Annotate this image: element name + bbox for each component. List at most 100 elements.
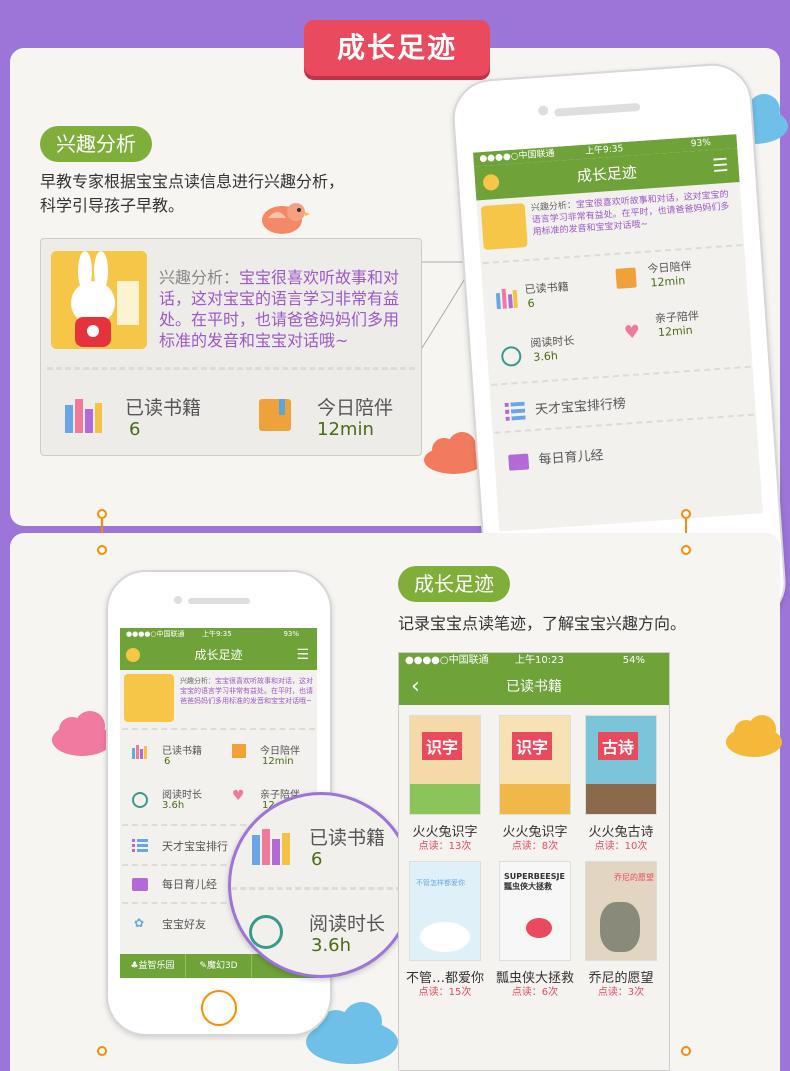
binder-ring-right-2 <box>681 545 691 555</box>
analysis-text-1: 宝宝很喜欢听故事和对 <box>239 268 400 287</box>
analysis-text-3: 处。在平时，也请爸爸妈妈们多用 <box>159 310 400 329</box>
phone2-bookshelf-icon <box>132 744 148 759</box>
phone1-parent-label: 亲子陪伴 <box>654 309 700 326</box>
phone2-ranking-item[interactable]: 天才宝宝排行 <box>162 838 228 854</box>
analysis-text-4: 标准的发音和宝宝对话哦~ <box>159 331 349 350</box>
phone2-books-label: 已读书籍 <box>162 746 202 757</box>
phone2-bunny-thumb <box>124 674 174 722</box>
phone2-read-label: 阅读时长 <box>162 790 202 801</box>
books-screen: ●●●●○中国联通 上午10:23 54% ‹ 已读书籍 识字 识字 古诗 火火… <box>398 652 670 1071</box>
magnifier-zoom: 已读书籍 6 阅读时长 3.6h <box>228 792 414 978</box>
phone1-bookshelf-icon <box>495 288 518 310</box>
book-cover-6[interactable]: 乔尼的愿望 <box>585 861 657 961</box>
phone1-analysis-label: 兴趣分析： <box>530 200 577 214</box>
book-count-2: 点读：8次 <box>511 841 559 852</box>
phone2-book-icon <box>232 744 246 758</box>
phone2-today-label: 今日陪伴 <box>260 746 300 757</box>
phone2-nav-title: 成长足迹 <box>194 648 243 662</box>
bird-decoration-icon <box>258 198 310 236</box>
nav-title: 成长足迹 <box>576 163 638 186</box>
yellow-cloud-decoration-icon <box>724 712 784 760</box>
magnifier-books-value: 6 <box>311 849 323 870</box>
binder-ring-left-2 <box>97 545 107 555</box>
book-icon <box>257 397 295 433</box>
screen3-status-bar: ●●●●○中国联通 上午10:23 54% <box>399 653 669 669</box>
magnifier-read-label: 阅读时长 <box>309 913 386 935</box>
section1-desc-line1: 早教专家根据宝宝点读信息进行兴趣分析， <box>40 172 345 191</box>
phone2-daily-item[interactable]: 每日育儿经 <box>162 876 217 892</box>
phone2-hearts-icon: ♥ <box>232 788 245 804</box>
phone1-today-value: 12min <box>650 274 686 290</box>
phone2-menu-icon[interactable]: ☰ <box>296 640 309 670</box>
pink-cloud-decoration-icon <box>48 708 114 758</box>
battery-text: 93% <box>690 137 712 150</box>
phone2-friends-item[interactable]: 宝宝好友 <box>162 916 206 932</box>
phone2-analysis-label: 兴趣分析： <box>180 677 215 685</box>
interest-analysis-pill: 兴趣分析 <box>40 126 152 162</box>
book-count-3: 点读：10次 <box>594 841 648 852</box>
binder-ring-left <box>97 509 107 519</box>
section2-desc: 记录宝宝点读笔迹，了解宝宝兴趣方向。 <box>398 614 687 633</box>
phone1-bunny-thumb <box>480 203 528 251</box>
back-arrow-icon[interactable]: ‹ <box>411 669 420 705</box>
book-cover-4[interactable]: 不管怎样都爱你 <box>409 861 481 961</box>
binder-ring-left-3 <box>97 1046 107 1056</box>
book-count-4: 点读：15次 <box>418 987 472 998</box>
phone1-books-value: 6 <box>527 296 536 311</box>
screen3-carrier-text: ●●●●○中国联通 <box>405 655 489 666</box>
phone1-analysis-text: 宝宝很喜欢听故事和对话，这对宝宝的语言学习非常有益处。在平时，也请爸爸妈妈们多用… <box>531 189 730 238</box>
analysis-text-2: 话，这对宝宝的语言学习非常有益 <box>159 289 400 308</box>
phone1-read-label: 阅读时长 <box>529 333 575 351</box>
book-cover-3[interactable]: 古诗 <box>585 715 657 815</box>
phone2-today-value: 12min <box>262 756 294 767</box>
phone2-status-bar: ●●●●○中国联通 上午9:35 93% <box>120 628 317 640</box>
screen3-clock-text: 上午10:23 <box>515 655 564 666</box>
screen3-nav-bar: ‹ 已读书籍 <box>399 669 669 705</box>
page-title-banner: 成长足迹 <box>304 20 490 76</box>
bookshelf-icon <box>63 397 103 433</box>
magnifier-clock-icon <box>249 915 283 949</box>
magnifier-books-label: 已读书籍 <box>309 827 386 849</box>
book-count-6: 点读：3次 <box>597 987 645 998</box>
phone1-hearts-icon: ♥ <box>623 321 641 344</box>
growth-footprint-pill: 成长足迹 <box>398 566 510 602</box>
book-count-5: 点读：6次 <box>511 987 559 998</box>
phone1-clock-icon <box>500 345 522 368</box>
phone1-book-icon <box>615 267 637 289</box>
phone1-daily-book-icon <box>508 453 530 471</box>
phone2-carrier-text: ●●●●○中国联通 <box>126 630 185 638</box>
books-read-value: 6 <box>129 419 141 440</box>
phone1-ranking-item[interactable]: 天才宝宝排行榜 <box>534 393 627 418</box>
phone2-battery-text: 93% <box>283 630 299 638</box>
tab-puzzle-park[interactable]: ♣益智乐园 <box>120 954 186 978</box>
book-cover-5[interactable]: SUPERBEESJE 瓢虫侠大拯救 <box>499 861 571 961</box>
binder-ring-right <box>681 509 691 519</box>
book-cover-1[interactable]: 识字 <box>409 715 481 815</box>
phone2-ranking-icon <box>132 838 148 852</box>
phone2-clock-text: 上午9:35 <box>202 630 232 638</box>
section1-desc-line2: 科学引导孩子早教。 <box>40 196 185 215</box>
bunny-avatar <box>51 251 147 349</box>
avatar-icon[interactable] <box>482 173 500 191</box>
phone2-daily-book-icon <box>132 878 148 891</box>
analysis-label: 兴趣分析： <box>159 268 240 287</box>
phone1-today-label: 今日陪伴 <box>647 259 692 276</box>
book-cover-2[interactable]: 识字 <box>499 715 571 815</box>
phone2-avatar-icon[interactable] <box>126 648 140 662</box>
today-companion-value: 12min <box>317 419 374 440</box>
phone1-daily-item[interactable]: 每日育儿经 <box>538 444 604 467</box>
tab-magic-3d[interactable]: ✎魔幻3D <box>186 954 252 978</box>
magnifier-read-value: 3.6h <box>311 935 352 956</box>
binder-ring-right-3 <box>681 1046 691 1056</box>
phone2-books-value: 6 <box>164 756 171 767</box>
phone1-screen: ●●●●○中国联通 上午9:35 93% 成长足迹 ☰ 兴趣分析：宝宝很喜欢听故… <box>472 134 763 532</box>
phone1-read-value: 3.6h <box>532 349 559 364</box>
today-companion-label: 今日陪伴 <box>317 397 394 419</box>
books-read-label: 已读书籍 <box>125 397 202 419</box>
magnifier-bookshelf-icon <box>251 827 291 865</box>
phone2-clock-icon <box>132 792 148 808</box>
phone1-books-label: 已读书籍 <box>524 280 570 297</box>
phone1-ranking-icon <box>504 401 526 421</box>
home-button[interactable] <box>201 990 237 1026</box>
menu-icon[interactable]: ☰ <box>711 149 730 184</box>
